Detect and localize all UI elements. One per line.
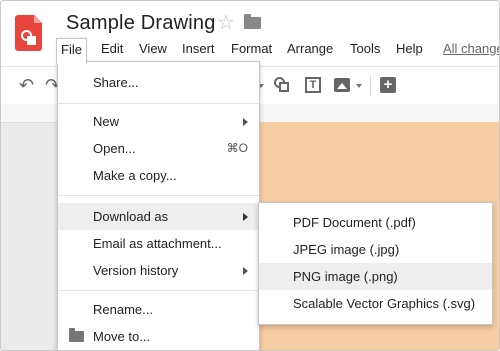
download-as-submenu: PDF Document (.pdf) JPEG image (.jpg) PN… [258, 202, 493, 325]
menu-item-label: Move to... [93, 329, 151, 344]
menu-view[interactable]: View [135, 38, 171, 61]
menu-item-email-attachment[interactable]: Email as attachment... [58, 230, 259, 257]
menu-help[interactable]: Help [392, 38, 427, 61]
all-changes-link[interactable]: All change [439, 38, 499, 61]
google-drawings-logo-icon[interactable] [15, 15, 42, 51]
menu-item-label: Download as [93, 209, 169, 224]
submenu-arrow-icon [243, 267, 248, 275]
menu-item-label: Rename... [93, 302, 153, 317]
menu-item-new[interactable]: New [58, 108, 259, 135]
folder-icon[interactable] [244, 14, 261, 29]
text-box-icon[interactable]: T [305, 77, 321, 93]
menu-format[interactable]: Format [227, 38, 276, 61]
menu-tools[interactable]: Tools [346, 38, 384, 61]
menu-item-label: Open... [93, 141, 136, 156]
menu-item-version-history[interactable]: Version history [58, 257, 259, 284]
menu-separator [58, 103, 259, 104]
menu-file[interactable]: File [56, 38, 87, 64]
star-icon[interactable]: ☆ [217, 12, 235, 34]
download-png[interactable]: PNG image (.png) [259, 263, 492, 290]
menu-item-label: Make a copy... [93, 168, 177, 183]
submenu-arrow-icon [243, 118, 248, 126]
submenu-arrow-icon [243, 213, 248, 221]
menu-insert[interactable]: Insert [178, 38, 219, 61]
menu-separator [58, 195, 259, 196]
menu-item-label: New [93, 114, 120, 129]
image-icon[interactable] [334, 78, 350, 92]
download-jpeg[interactable]: JPEG image (.jpg) [259, 236, 492, 263]
file-menu: Share... New Open... ⌘O Make a copy... Do… [57, 61, 260, 350]
download-pdf[interactable]: PDF Document (.pdf) [259, 209, 492, 236]
undo-icon[interactable]: ↶ [19, 76, 34, 94]
add-comment-icon[interactable]: + [380, 77, 396, 93]
menu-item-share[interactable]: Share... [58, 69, 259, 96]
folder-icon [69, 328, 84, 342]
download-svg[interactable]: Scalable Vector Graphics (.svg) [259, 290, 492, 317]
menu-edit[interactable]: Edit [97, 38, 127, 61]
app-window: Sample Drawing ☆ File Edit View Insert F… [0, 0, 500, 351]
shortcut-label: ⌘O [226, 141, 248, 155]
image-caret-down-icon[interactable] [356, 84, 362, 88]
menu-item-open[interactable]: Open... ⌘O [58, 135, 259, 162]
menu-item-download-as[interactable]: Download as [58, 203, 259, 230]
menu-item-label: Email as attachment... [93, 236, 222, 251]
menu-item-label: Version history [93, 263, 179, 278]
menu-item-label: Share... [93, 75, 139, 90]
menu-item-move-to[interactable]: Move to... [58, 323, 259, 350]
menu-separator [58, 290, 259, 291]
menu-item-rename[interactable]: Rename... [58, 296, 259, 323]
toolbar-separator [370, 76, 371, 96]
document-title[interactable]: Sample Drawing [66, 12, 216, 35]
menu-item-make-copy[interactable]: Make a copy... [58, 162, 259, 189]
menu-arrange[interactable]: Arrange [283, 38, 337, 61]
